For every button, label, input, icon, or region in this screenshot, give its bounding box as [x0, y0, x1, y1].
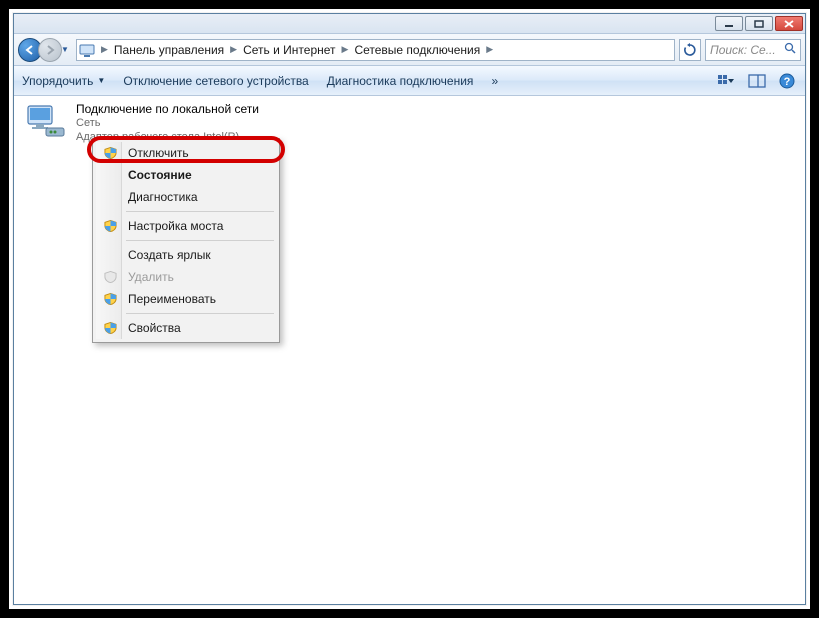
svg-text:?: ?: [784, 76, 791, 88]
search-placeholder: Поиск: Се...: [710, 43, 776, 57]
diagnose-button[interactable]: Диагностика подключения: [327, 74, 474, 88]
diagnose-label: Диагностика подключения: [327, 74, 474, 88]
ctx-bridge[interactable]: Настройка моста: [96, 215, 276, 237]
ctx-properties-label: Свойства: [128, 321, 181, 335]
maximize-button[interactable]: [745, 16, 773, 31]
help-button[interactable]: ?: [777, 71, 797, 91]
network-connections-icon: [79, 42, 95, 58]
ctx-shortcut[interactable]: Создать ярлык: [96, 244, 276, 266]
organize-menu[interactable]: Упорядочить ▼: [22, 74, 105, 88]
close-button[interactable]: [775, 16, 803, 31]
separator: [126, 211, 274, 212]
address-bar[interactable]: ▶ Панель управления ▶ Сеть и Интернет ▶ …: [76, 39, 675, 61]
context-menu: Отключить Состояние Диагностика Настройк…: [92, 138, 280, 343]
separator: [126, 313, 274, 314]
organize-label: Упорядочить: [22, 74, 93, 88]
refresh-button[interactable]: [679, 39, 701, 61]
ctx-diagnose[interactable]: Диагностика: [96, 186, 276, 208]
breadcrumb-network-internet[interactable]: Сеть и Интернет: [239, 43, 339, 57]
chevron-right-icon[interactable]: ▶: [228, 44, 239, 55]
minimize-button[interactable]: [715, 16, 743, 31]
chevron-right-icon[interactable]: ▶: [99, 44, 110, 55]
search-icon: [784, 42, 796, 57]
more-commands[interactable]: »: [491, 74, 498, 88]
command-bar: Упорядочить ▼ Отключение сетевого устрой…: [14, 66, 805, 96]
connection-title: Подключение по локальной сети: [76, 102, 259, 116]
chevron-down-icon: ▼: [97, 76, 105, 85]
ctx-status[interactable]: Состояние: [96, 164, 276, 186]
chevron-right-icon[interactable]: ▶: [484, 44, 495, 55]
preview-pane-button[interactable]: [747, 71, 767, 91]
disable-device-label: Отключение сетевого устройства: [123, 74, 308, 88]
content-area: Подключение по локальной сети Сеть Адапт…: [14, 96, 805, 604]
more-label: »: [491, 74, 498, 88]
ctx-status-label: Состояние: [128, 168, 192, 182]
ctx-delete: Удалить: [96, 266, 276, 288]
separator: [126, 240, 274, 241]
navigation-bar: ▼ ▶ Панель управления ▶ Сеть и Интернет …: [14, 34, 805, 66]
search-input[interactable]: Поиск: Се...: [705, 39, 801, 61]
ctx-disable-label: Отключить: [128, 146, 189, 160]
titlebar: [14, 14, 805, 34]
connection-network: Сеть: [76, 116, 259, 130]
view-options-button[interactable]: [717, 71, 737, 91]
chevron-right-icon[interactable]: ▶: [340, 44, 351, 55]
explorer-window: ▼ ▶ Панель управления ▶ Сеть и Интернет …: [13, 13, 806, 605]
lan-connection-icon: [24, 102, 68, 142]
ctx-shortcut-label: Создать ярлык: [128, 248, 211, 262]
breadcrumb-network-connections[interactable]: Сетевые подключения: [350, 43, 484, 57]
ctx-properties[interactable]: Свойства: [96, 317, 276, 339]
forward-button[interactable]: [38, 38, 62, 62]
ctx-bridge-label: Настройка моста: [128, 219, 223, 233]
ctx-disable[interactable]: Отключить: [96, 142, 276, 164]
ctx-delete-label: Удалить: [128, 270, 174, 284]
ctx-rename[interactable]: Переименовать: [96, 288, 276, 310]
ctx-rename-label: Переименовать: [128, 292, 216, 306]
shield-icon: [102, 145, 118, 161]
shield-icon: [102, 320, 118, 336]
disable-device-button[interactable]: Отключение сетевого устройства: [123, 74, 308, 88]
ctx-diagnose-label: Диагностика: [128, 190, 198, 204]
shield-icon: [102, 269, 118, 285]
shield-icon: [102, 291, 118, 307]
shield-icon: [102, 218, 118, 234]
breadcrumb-control-panel[interactable]: Панель управления: [110, 43, 228, 57]
